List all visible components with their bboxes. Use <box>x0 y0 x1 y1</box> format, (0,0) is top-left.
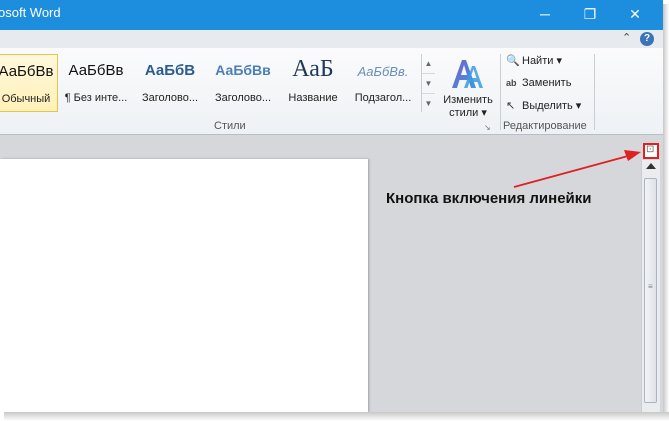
frame-shadow-bottom <box>4 412 669 421</box>
annotation-label: Кнопка включения линейки <box>386 190 592 207</box>
frame-shadow-right <box>663 4 669 415</box>
word-window: osoft Word ─ ❐ ✕ ⌃ ? АаБбВв Обычный АаБб… <box>0 0 663 412</box>
